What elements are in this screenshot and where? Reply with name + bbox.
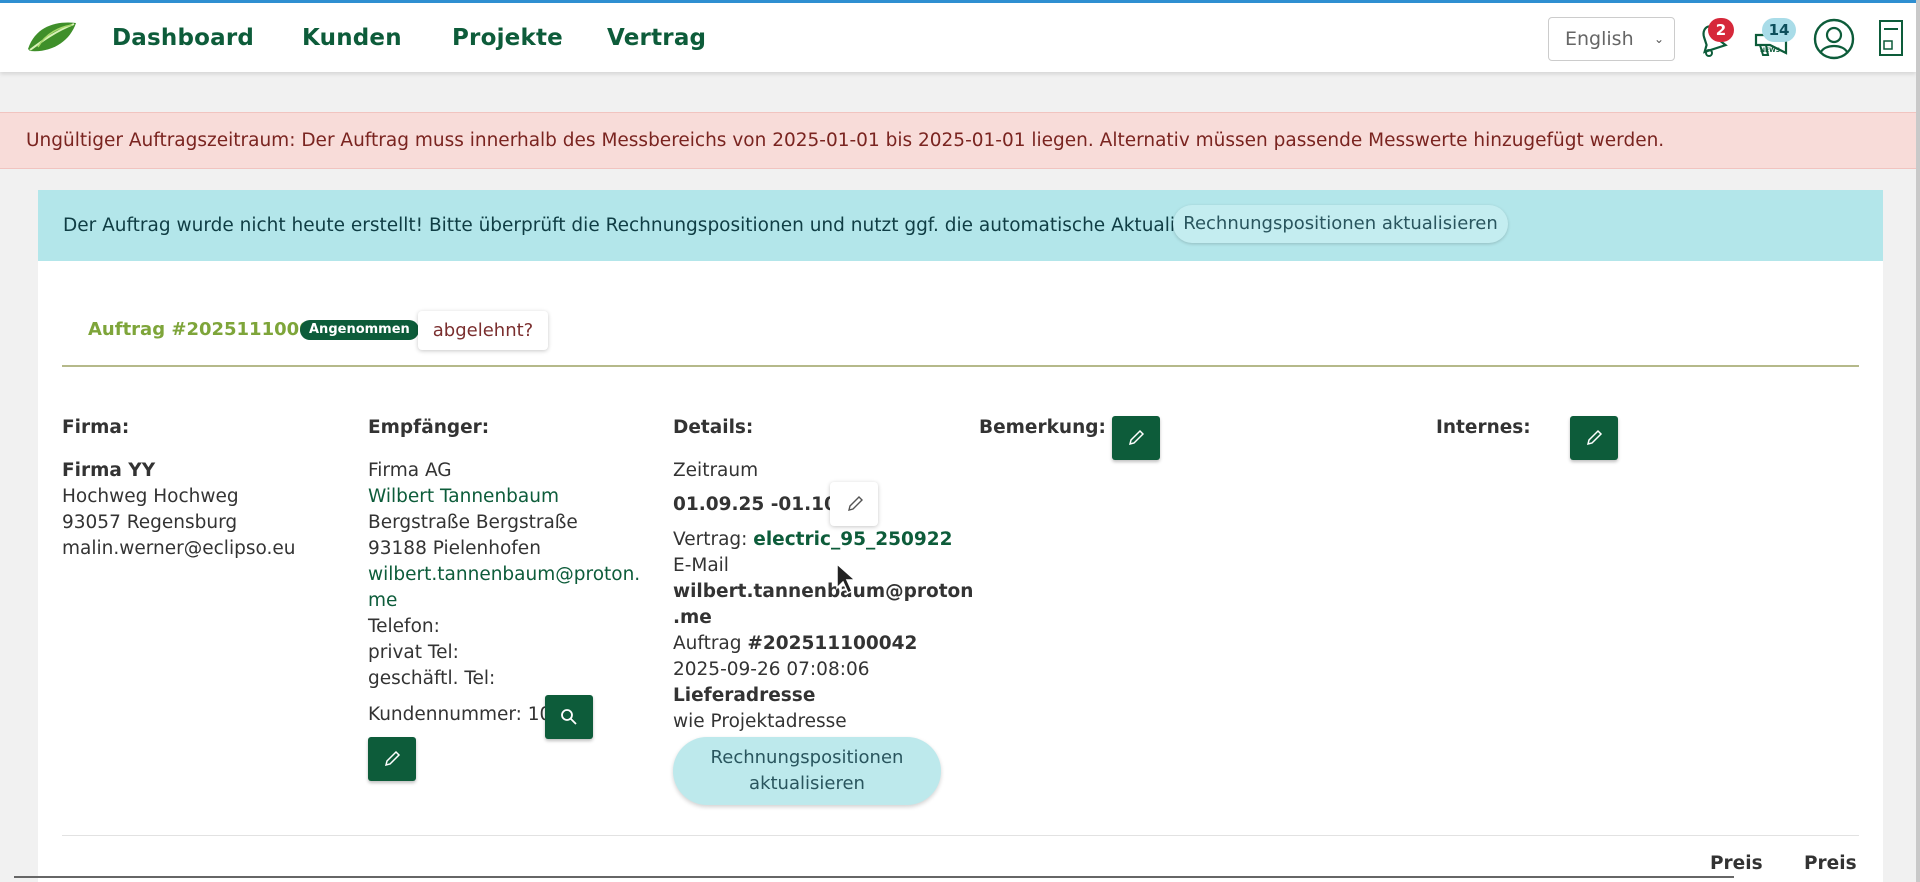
user-avatar-icon: [1813, 18, 1855, 60]
table-header-preis-2: Preis: [1804, 853, 1857, 874]
nav-projekte[interactable]: Projekte: [452, 25, 563, 51]
empfaenger-company: Firma AG: [368, 460, 452, 481]
reject-button[interactable]: abgelehnt?: [418, 311, 548, 350]
nav-vertrag[interactable]: Vertrag: [607, 25, 706, 51]
nav-dashboard[interactable]: Dashboard: [112, 25, 254, 51]
auftrag-number: #202511100042: [747, 633, 918, 654]
bemerkung-heading: Bemerkung:: [979, 417, 1106, 438]
auftrag-row: Auftrag #202511100042: [673, 633, 917, 654]
leaf-logo-icon[interactable]: [24, 19, 78, 55]
empfaenger-heading: Empfänger:: [368, 417, 490, 438]
page-scrollbar[interactable]: [1916, 0, 1920, 882]
document-icon: [1879, 20, 1903, 56]
update-button-line2: aktualisieren: [749, 773, 865, 794]
kundennummer: Kundennummer: 101: [368, 704, 564, 725]
firma-name: Firma YY: [62, 460, 156, 481]
empfaenger-street: Bergstraße Bergstraße: [368, 512, 578, 533]
geschaeftl-tel-label: geschäftl. Tel:: [368, 668, 496, 689]
pencil-icon: [1586, 429, 1603, 446]
info-alert-message: Der Auftrag wurde nicht heute erstellt! …: [63, 215, 1250, 236]
firma-heading: Firma:: [62, 417, 130, 438]
info-alert: Der Auftrag wurde nicht heute erstellt! …: [38, 190, 1883, 261]
empfaenger-contact-link[interactable]: Wilbert Tannenbaum: [368, 486, 559, 507]
update-invoice-items-button-2[interactable]: Rechnungspositionen aktualisieren: [673, 737, 941, 805]
error-alert: Ungültiger Auftragszeitraum: Der Auftrag…: [0, 112, 1916, 169]
divider: [62, 365, 1859, 367]
document-button[interactable]: [1876, 17, 1906, 61]
auftrag-label: Auftrag: [673, 633, 742, 654]
horizontal-scrollbar[interactable]: [14, 876, 1734, 878]
edit-empfaenger-button[interactable]: [368, 737, 416, 781]
telefon-label: Telefon:: [368, 616, 440, 637]
language-select-value: English: [1565, 28, 1634, 50]
vertrag-link[interactable]: electric_95_250922: [753, 529, 952, 550]
pencil-icon: [848, 496, 863, 511]
empfaenger-city: 93188 Pielenhofen: [368, 538, 541, 559]
chevron-down-icon: ⌄: [1653, 32, 1664, 46]
pencil-icon: [384, 750, 401, 767]
update-invoice-items-button[interactable]: Rechnungspositionen aktualisieren: [1173, 205, 1508, 243]
lieferadresse-value: wie Projektadresse: [673, 711, 847, 732]
search-icon: [561, 709, 577, 725]
email-label: E-Mail: [673, 555, 729, 576]
divider: [62, 835, 1859, 836]
lieferadresse-label: Lieferadresse: [673, 685, 816, 706]
firma-email: malin.werner@eclipso.eu: [62, 538, 296, 559]
details-heading: Details:: [673, 417, 754, 438]
firma-street: Hochweg Hochweg: [62, 486, 239, 507]
nav-kunden[interactable]: Kunden: [302, 25, 402, 51]
empfaenger-email-link-cont[interactable]: me: [368, 590, 397, 611]
table-header-preis: Preis: [1710, 853, 1763, 874]
mouse-cursor-icon: [836, 562, 857, 595]
edit-bemerkung-button[interactable]: [1112, 416, 1160, 460]
vertrag-row: Vertrag: electric_95_250922: [673, 529, 952, 550]
update-button-line1: Rechnungspositionen: [710, 747, 904, 768]
status-badge: Angenommen: [300, 320, 419, 340]
firma-city: 93057 Regensburg: [62, 512, 238, 533]
user-profile-button[interactable]: [1813, 18, 1855, 60]
privat-tel-label: privat Tel:: [368, 642, 459, 663]
customer-search-button[interactable]: [545, 695, 593, 739]
internes-heading: Internes:: [1436, 417, 1531, 438]
notification-count-badge: 2: [1708, 18, 1734, 42]
order-card: Der Auftrag wurde nicht heute erstellt! …: [38, 190, 1883, 882]
order-date: 2025-09-26 07:08:06: [673, 659, 870, 680]
edit-internes-button[interactable]: [1570, 416, 1618, 460]
pencil-icon: [1128, 429, 1145, 446]
svg-text:NEWS: NEWS: [1760, 47, 1780, 54]
notification-bell-button[interactable]: 2: [1693, 18, 1734, 59]
zeitraum-label: Zeitraum: [673, 460, 759, 481]
details-email-cont: .me: [673, 607, 712, 628]
language-select[interactable]: English ⌄: [1548, 17, 1675, 61]
top-navbar: Dashboard Kunden Projekte Vertrag Englis…: [0, 0, 1916, 72]
vertrag-label: Vertrag:: [673, 529, 748, 550]
edit-zeitraum-button[interactable]: [830, 482, 878, 526]
details-email: wilbert.tannenbaum@proton: [673, 581, 974, 602]
news-button[interactable]: NEWS 14: [1752, 18, 1796, 61]
news-count-badge: 14: [1762, 18, 1796, 42]
empfaenger-email-link[interactable]: wilbert.tannenbaum@proton.: [368, 564, 640, 585]
